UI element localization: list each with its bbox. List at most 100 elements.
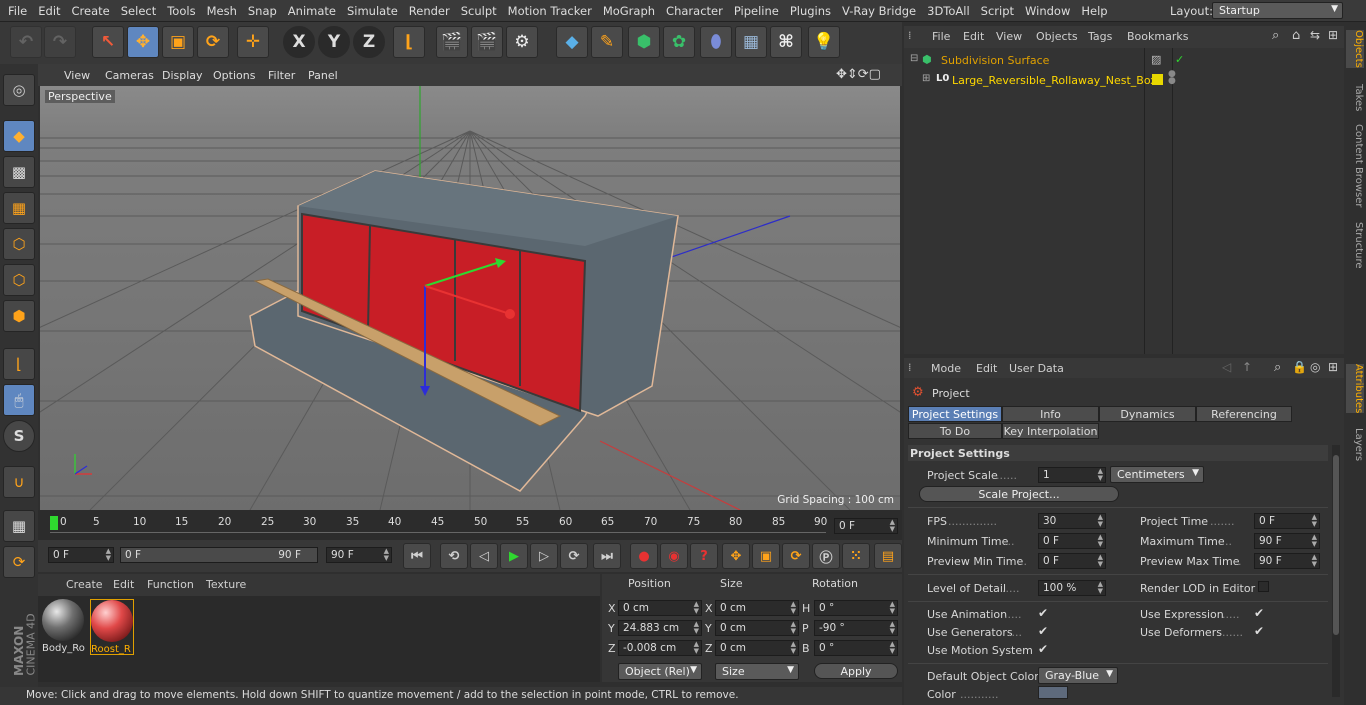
position-y-field[interactable]: 24.883 cm ▲ ▼ (618, 620, 702, 636)
scrollbar-thumb[interactable] (1333, 455, 1339, 635)
tweak-mode-icon[interactable]: 🖱 (3, 384, 35, 416)
layer-icon[interactable]: ▨ (1151, 53, 1161, 66)
rotation-p-field[interactable]: -90 ° ▲ ▼ (814, 620, 898, 636)
previous-key-icon[interactable]: ⟲ (440, 543, 468, 569)
menu-plugins[interactable]: Plugins (790, 0, 831, 22)
objects-menu-tags[interactable]: Tags (1088, 30, 1112, 43)
object-row[interactable]: ⊞ L0 Large_Reversible_Rollaway_Nest_Box … (908, 70, 1338, 89)
layout-dropdown[interactable]: Startup ▼ (1212, 2, 1343, 19)
menu-window[interactable]: Window (1025, 0, 1070, 22)
attr-menu-user-data[interactable]: User Data (1009, 362, 1064, 375)
render-view-icon[interactable]: 🎬 (436, 26, 468, 58)
spinner-icon[interactable]: ▲ ▼ (890, 519, 895, 533)
start-frame-field[interactable]: 0 F ▲ ▼ (48, 547, 114, 563)
menu-render[interactable]: Render (409, 0, 450, 22)
spinner-icon[interactable]: ▲ ▼ (1098, 554, 1103, 568)
scale-key-icon[interactable]: ▣ (752, 543, 780, 569)
preview-max-field[interactable]: 90 F ▲ ▼ (1254, 553, 1320, 569)
search-icon[interactable]: ⌕ (1272, 28, 1279, 43)
objects-menu-view[interactable]: View (996, 30, 1022, 43)
object-name[interactable]: Subdivision Surface (941, 54, 1049, 67)
menu-character[interactable]: Character (666, 0, 723, 22)
fps-field[interactable]: 30 ▲ ▼ (1038, 513, 1106, 529)
coordinate-system-icon[interactable]: ⌊ (393, 26, 425, 58)
menu-3dtoall[interactable]: 3DToAll (927, 0, 970, 22)
edges-mode-icon[interactable]: ⬡ (3, 264, 35, 296)
scale-tool-icon[interactable]: ▣ (162, 26, 194, 58)
objects-menu-file[interactable]: File (932, 30, 950, 43)
min-time-field[interactable]: 0 F ▲ ▼ (1038, 533, 1106, 549)
rotation-h-field[interactable]: 0 ° ▲ ▼ (814, 600, 898, 616)
frame-range-slider[interactable]: 0 F 90 F (120, 547, 318, 563)
spinner-icon[interactable]: ▲ ▼ (1312, 534, 1317, 548)
menu-tools[interactable]: Tools (167, 0, 195, 22)
up-arrow-icon[interactable]: ↑ (1242, 360, 1252, 374)
menu-mograph[interactable]: MoGraph (603, 0, 655, 22)
material-menu-texture[interactable]: Texture (206, 578, 246, 591)
y-axis-lock-icon[interactable]: Y (318, 26, 350, 58)
material-item[interactable]: Body_Ro (42, 599, 86, 655)
viewport-menu-display[interactable]: Display (162, 69, 203, 82)
playhead-marker[interactable] (50, 516, 58, 530)
perspective-viewport[interactable]: Perspective Grid Spacing : 100 cm (40, 86, 900, 510)
end-frame-field[interactable]: 90 F ▲ ▼ (326, 547, 392, 563)
size-z-field[interactable]: 0 cm ▲ ▼ (715, 640, 799, 656)
enabled-check-icon[interactable]: ✓ (1175, 53, 1184, 66)
size-mode-dropdown[interactable]: Size ▼ (715, 663, 799, 680)
z-axis-lock-icon[interactable]: Z (353, 26, 385, 58)
material-menu-function[interactable]: Function (147, 578, 194, 591)
menu-snap[interactable]: Snap (248, 0, 277, 22)
menu-motion-tracker[interactable]: Motion Tracker (508, 0, 592, 22)
position-z-field[interactable]: -0.008 cm ▲ ▼ (618, 640, 702, 656)
spinner-icon[interactable]: ▲ ▼ (384, 548, 389, 562)
render-picture-viewer-icon[interactable]: 🎬 (471, 26, 503, 58)
spinner-icon[interactable]: ▲ ▼ (1098, 581, 1103, 595)
spinner-icon[interactable]: ▲ ▼ (694, 621, 699, 635)
menu-sculpt[interactable]: Sculpt (461, 0, 497, 22)
points-mode-icon[interactable]: ⬡ (3, 228, 35, 260)
play-icon[interactable]: ▶ (500, 543, 528, 569)
home-icon[interactable]: ⌂ (1292, 28, 1300, 43)
layer-color-swatch[interactable] (1152, 74, 1163, 85)
object-name[interactable]: Large_Reversible_Rollaway_Nest_Box (952, 74, 1157, 87)
locked-workplane-icon[interactable]: ⟳ (3, 546, 35, 578)
subdivision-surface-icon[interactable]: ⬢ (628, 26, 660, 58)
deformer-icon[interactable]: ⬮ (700, 26, 732, 58)
new-window-icon[interactable]: ⊞ (1328, 28, 1338, 42)
coordinate-mode-dropdown[interactable]: Object (Rel) ▼ (618, 663, 702, 680)
spinner-icon[interactable]: ▲ ▼ (890, 641, 895, 655)
go-to-end-icon[interactable]: ⏭ (593, 543, 621, 569)
apply-button[interactable]: Apply (814, 663, 898, 679)
tab-dynamics[interactable]: Dynamics (1099, 406, 1196, 422)
previous-frame-icon[interactable]: ◁ (470, 543, 498, 569)
spinner-icon[interactable]: ▲ ▼ (1098, 534, 1103, 548)
spinner-icon[interactable]: ▲ ▼ (890, 601, 895, 615)
render-lod-checkbox[interactable] (1258, 581, 1269, 592)
menu-animate[interactable]: Animate (288, 0, 336, 22)
spinner-icon[interactable]: ▲ ▼ (1312, 514, 1317, 528)
material-item-selected[interactable]: Roost_R (90, 599, 134, 655)
collapse-icon[interactable]: ⊟ (910, 53, 918, 64)
next-frame-icon[interactable]: ▷ (530, 543, 558, 569)
max-time-field[interactable]: 90 F ▲ ▼ (1254, 533, 1320, 549)
light-icon[interactable]: 💡 (808, 26, 840, 58)
camera-icon[interactable]: ⌘ (770, 26, 802, 58)
menu-script[interactable]: Script (981, 0, 1014, 22)
lod-field[interactable]: 100 % ▲ ▼ (1038, 580, 1106, 596)
size-x-field[interactable]: 0 cm ▲ ▼ (715, 600, 799, 616)
viewport-menu-view[interactable]: View (64, 69, 90, 82)
spinner-icon[interactable]: ▲ ▼ (791, 641, 796, 655)
attr-menu-mode[interactable]: Mode (931, 362, 961, 375)
side-tab-attributes[interactable]: Attributes (1346, 364, 1364, 414)
transform-tool-icon[interactable]: ✛ (237, 26, 269, 58)
rotation-b-field[interactable]: 0 ° ▲ ▼ (814, 640, 898, 656)
parameter-key-icon[interactable]: Ⓟ (812, 543, 840, 569)
spinner-icon[interactable]: ▲ ▼ (1098, 468, 1103, 482)
undo-icon[interactable]: ↶ (10, 26, 42, 58)
model-mode-icon[interactable]: ◆ (3, 120, 35, 152)
project-time-field[interactable]: 0 F ▲ ▼ (1254, 513, 1320, 529)
default-color-dropdown[interactable]: Gray-Blue ▼ (1038, 667, 1118, 684)
rotate-tool-icon[interactable]: ⟳ (197, 26, 229, 58)
menu-pipeline[interactable]: Pipeline (734, 0, 779, 22)
snap-icon[interactable]: S (3, 420, 35, 452)
